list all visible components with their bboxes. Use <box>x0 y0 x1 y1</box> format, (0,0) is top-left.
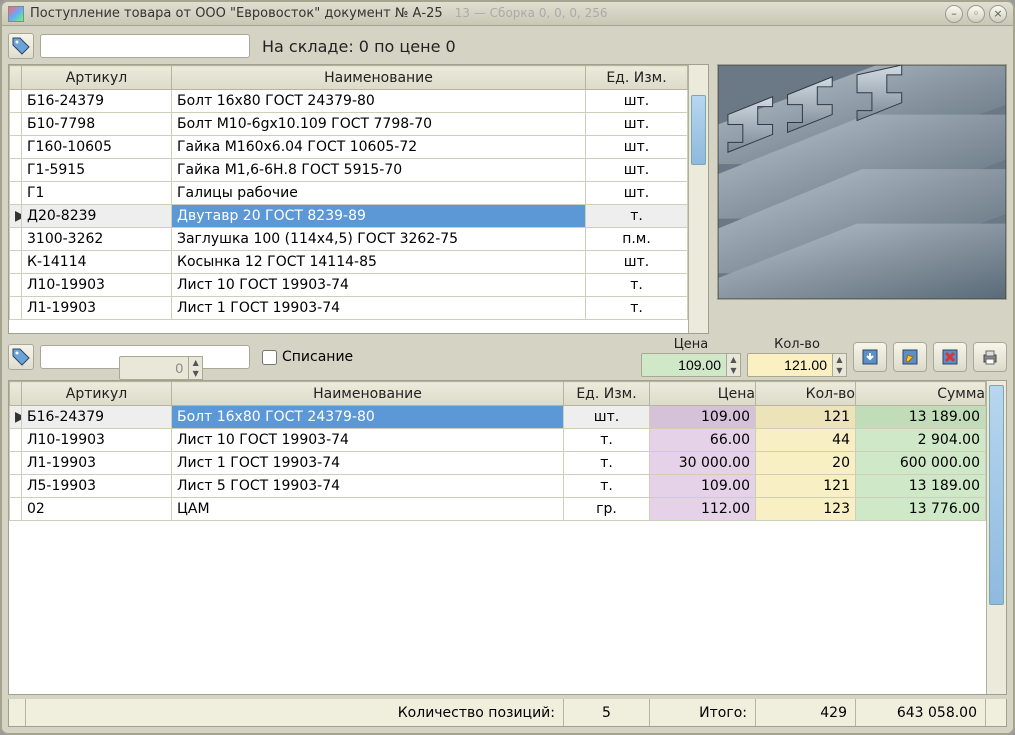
price-input[interactable] <box>641 353 727 377</box>
minimize-button[interactable]: – <box>945 5 963 23</box>
document-row[interactable]: Л10-19903Лист 10 ГОСТ 19903-74т.66.00442… <box>10 429 986 452</box>
filter-button-bottom[interactable] <box>8 344 34 370</box>
document-row[interactable]: Л1-19903Лист 1 ГОСТ 19903-74т.30 000.002… <box>10 452 986 475</box>
col2-qty[interactable]: Кол-во <box>756 382 856 406</box>
product-image <box>717 64 1007 300</box>
qty-label: Кол-во <box>774 337 820 352</box>
catalog-grid[interactable]: Артикул Наименование Ед. Изм. Б16-24379Б… <box>8 64 709 334</box>
maximize-button[interactable]: ◦ <box>967 5 985 23</box>
window-title: Поступление товара от ООО "Евровосток" д… <box>30 6 939 21</box>
qty-input[interactable] <box>747 353 833 377</box>
search-input-top[interactable] <box>40 34 250 58</box>
total-label: Итого: <box>650 699 756 726</box>
total-sum: 643 058.00 <box>856 699 986 726</box>
catalog-row[interactable]: Л1-19903Лист 1 ГОСТ 19903-74т. <box>10 297 688 320</box>
catalog-row[interactable]: Г160-10605Гайка М160х6.04 ГОСТ 10605-72ш… <box>10 136 688 159</box>
col2-sum[interactable]: Сумма <box>856 382 986 406</box>
catalog-row[interactable]: К-14114Косынка 12 ГОСТ 14114-85шт. <box>10 251 688 274</box>
document-row[interactable]: ▶Б16-24379Болт 16х80 ГОСТ 24379-80шт.109… <box>10 406 986 429</box>
document-row[interactable]: Л5-19903Лист 5 ГОСТ 19903-74т.109.001211… <box>10 475 986 498</box>
scroll-thumb[interactable] <box>691 95 706 165</box>
titlebar[interactable]: Поступление товара от ООО "Евровосток" д… <box>2 2 1013 26</box>
qty-spinner <box>119 356 189 380</box>
edit-icon <box>900 347 920 367</box>
col2-article[interactable]: Артикул <box>22 382 172 406</box>
save-down-icon <box>860 347 880 367</box>
col2-name[interactable]: Наименование <box>172 382 564 406</box>
tag-icon <box>11 36 31 56</box>
stock-label: На складе: 0 по цене 0 <box>262 37 456 56</box>
col-article[interactable]: Артикул <box>22 66 172 90</box>
writeoff-label: Списание <box>282 349 353 365</box>
delete-icon <box>940 347 960 367</box>
col-name[interactable]: Наименование <box>172 66 586 90</box>
catalog-row[interactable]: Б10-7798Болт М10-6gх10.109 ГОСТ 7798-70ш… <box>10 113 688 136</box>
close-button[interactable]: × <box>989 5 1007 23</box>
edit-button[interactable] <box>893 342 927 372</box>
positions-label: Количество позиций: <box>26 699 564 726</box>
price-spin[interactable]: ▲▼ <box>727 353 741 377</box>
total-qty: 429 <box>756 699 856 726</box>
positions-count: 5 <box>564 699 650 726</box>
catalog-row[interactable]: Б16-24379Болт 16х80 ГОСТ 24379-80шт. <box>10 90 688 113</box>
filter-button-top[interactable] <box>8 33 34 59</box>
tag-icon <box>11 347 31 367</box>
writeoff-checkbox[interactable] <box>262 350 277 365</box>
document-row[interactable]: 02ЦАМгр.112.0012313 776.00 <box>10 498 986 521</box>
catalog-row[interactable]: Г1Галицы рабочиешт. <box>10 182 688 205</box>
document-grid[interactable]: Артикул Наименование Ед. Изм. Цена Кол-в… <box>8 380 1007 695</box>
catalog-row[interactable]: Г1-5915Гайка М1,6-6Н.8 ГОСТ 5915-70шт. <box>10 159 688 182</box>
document-scrollbar[interactable] <box>986 381 1006 694</box>
price-label: Цена <box>674 337 709 352</box>
col2-price[interactable]: Цена <box>650 382 756 406</box>
totals-footer: Количество позиций: 5 Итого: 429 643 058… <box>8 699 1007 727</box>
app-icon <box>8 6 24 22</box>
catalog-row[interactable]: 3100-3262Заглушка 100 (114х4,5) ГОСТ 326… <box>10 228 688 251</box>
catalog-row[interactable]: ▶Д20-8239Двутавр 20 ГОСТ 8239-89т. <box>10 205 688 228</box>
qty-spin[interactable]: ▲▼ <box>833 353 847 377</box>
qty-spinner-buttons[interactable]: ▲▼ <box>189 356 203 380</box>
delete-button[interactable] <box>933 342 967 372</box>
col2-unit[interactable]: Ед. Изм. <box>564 382 650 406</box>
catalog-row[interactable]: Л10-19903Лист 10 ГОСТ 19903-74т. <box>10 274 688 297</box>
add-button[interactable] <box>853 342 887 372</box>
print-icon <box>980 347 1000 367</box>
catalog-scrollbar[interactable] <box>688 65 708 333</box>
app-window: Поступление товара от ООО "Евровосток" д… <box>0 0 1015 735</box>
scroll-thumb[interactable] <box>989 385 1004 605</box>
print-button[interactable] <box>973 342 1007 372</box>
col-unit[interactable]: Ед. Изм. <box>586 66 688 90</box>
